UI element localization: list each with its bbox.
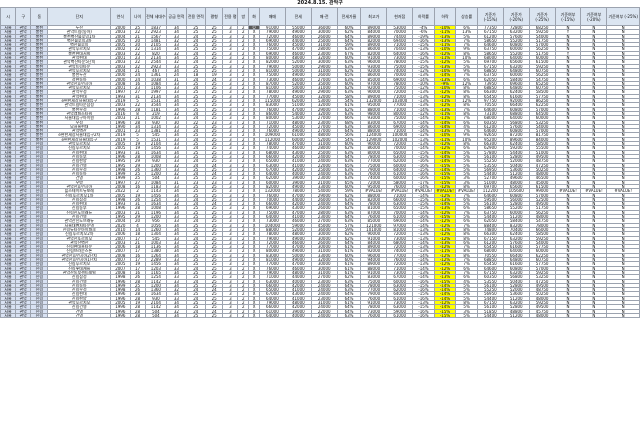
column-header[interactable]: 하락률 — [412, 7, 435, 26]
table-cell[interactable]: 40000 — [284, 312, 312, 319]
table-cell[interactable]: 3 — [222, 312, 239, 319]
table-cell[interactable]: 54400 — [476, 312, 504, 319]
column-header[interactable]: 기준가 (-15%) — [476, 7, 504, 26]
table-cell[interactable]: 48000 — [528, 312, 556, 319]
column-header[interactable]: 기준여부 (-25%) — [606, 7, 640, 26]
table-cell[interactable]: #VALUE! — [455, 188, 478, 194]
column-header[interactable]: 화 — [248, 7, 260, 26]
column-header[interactable]: 공급 면적 — [166, 7, 187, 26]
column-header[interactable]: 평형 — [205, 7, 224, 26]
table-cell[interactable]: 5% — [455, 312, 478, 319]
table-cell[interactable]: 2 — [237, 312, 250, 319]
table-cell[interactable]: 61000 — [386, 312, 414, 319]
column-header[interactable]: 동 — [30, 7, 49, 26]
table-row: 서울 관악 봉천 e편한세상서울대입구 2019 5 1531 34 25 25 3 2 X 115000… — [0, 98, 640, 104]
table-row: 서울 관악 봉천 e편한세상서울대입구 2019 5 1531 33 24 25 3 2 X 112000… — [0, 136, 640, 143]
column-header[interactable]: 구 — [15, 7, 32, 26]
column-header[interactable]: 시 — [0, 7, 17, 26]
table-cell[interactable]: 51200 — [502, 312, 530, 319]
table-cell[interactable]: #VALUE! — [412, 188, 435, 194]
table-cell[interactable]: #VALUE! — [433, 188, 457, 194]
table-cell[interactable]: N — [580, 312, 608, 319]
table-cell[interactable]: 63% — [336, 312, 362, 319]
column-header[interactable]: 기준가 (-25%) — [528, 7, 556, 26]
table-cell[interactable]: 34 — [166, 312, 187, 319]
column-header[interactable]: 전세가율 — [336, 7, 362, 26]
column-header[interactable]: 전용 평 — [222, 7, 239, 26]
column-header[interactable]: 기준여부 (-20%) — [580, 7, 608, 26]
column-header[interactable]: 기준가 (-20%) — [502, 7, 530, 26]
table-cell[interactable]: 건영 — [47, 312, 112, 319]
table-row: 서울 관악 신림 관악산휴먼시아2단지 2008 16 1264 34 25 25 3 2 X 83000… — [0, 252, 640, 259]
table-cell[interactable]: 관악 — [15, 312, 32, 319]
table-cell[interactable]: 서울 — [0, 312, 17, 319]
spreadsheet-view: 2024.8.15. 관악구 시 구 동 단지 연식 나이 전체 세대수 공급 면적 전용 면적… — [0, 0, 640, 440]
column-header[interactable]: 매매 — [258, 7, 286, 26]
table-cell[interactable]: -15% — [433, 312, 457, 319]
column-header[interactable]: 전용 면적 — [185, 7, 207, 26]
column-header[interactable]: 나이 — [129, 7, 146, 26]
table-cell[interactable]: 25 — [205, 312, 224, 319]
column-header[interactable]: 상승률 — [455, 7, 478, 26]
table-cell[interactable]: X — [248, 312, 260, 319]
table-cell[interactable]: N — [554, 312, 582, 319]
column-header[interactable]: 매-전 — [310, 7, 338, 26]
table-body: 서울 관악 봉천 두산 2000 25 1837 34 25 25 3 2 O 91000 55000 360… — [0, 24, 640, 319]
table-row: 서울 관악 봉천 e편한세상서울대입구2차 2019 5 545 34 25 25 3 2 X 10900… — [0, 132, 640, 138]
table-cell[interactable]: 24000 — [310, 312, 338, 319]
table-cell[interactable]: 64000 — [258, 312, 286, 319]
column-header[interactable]: 현저점 — [386, 7, 414, 26]
table-row: 서울 관악 신림 관악산휴먼시아1단지 2007 17 2289 33 25 25 3 2 X 81000… — [0, 256, 640, 263]
sheet-title: 2024.8.15. 관악구 — [297, 0, 343, 6]
table-cell[interactable]: -16% — [412, 312, 435, 319]
table-cell[interactable]: N — [606, 312, 640, 319]
table-row: 서울 관악 신림 건영 1996 28 504 34 25 25 3 2 X 64000 40000 2400… — [0, 312, 640, 319]
header-row: 시 구 동 단지 연식 나이 전체 세대수 공급 면적 전용 면적 평형 전용 평 방 화 매매 전세 매-전… — [0, 7, 640, 26]
table-cell[interactable]: 신림 — [30, 312, 49, 319]
table-cell[interactable]: 504 — [144, 312, 168, 319]
column-header[interactable]: 방 — [237, 7, 250, 26]
price-table: 시 구 동 단지 연식 나이 전체 세대수 공급 면적 전용 면적 평형 전용 평 방 화 매매 전세 매-전… — [0, 7, 640, 319]
column-header[interactable]: 단지 — [47, 7, 112, 26]
column-header[interactable]: 전세 — [284, 7, 312, 26]
column-header[interactable]: 연식 — [110, 7, 131, 26]
table-cell[interactable]: 76000 — [360, 312, 388, 319]
table-cell[interactable]: 28 — [129, 312, 146, 319]
table-cell[interactable]: 25 — [185, 312, 207, 319]
table-cell[interactable]: 1996 — [110, 312, 131, 319]
column-header[interactable]: 최고가 — [360, 7, 388, 26]
column-header[interactable]: 전체 세대수 — [144, 7, 168, 26]
column-header[interactable]: 기준여부 (-15%) — [554, 7, 582, 26]
column-header[interactable]: 하락 — [433, 7, 457, 26]
